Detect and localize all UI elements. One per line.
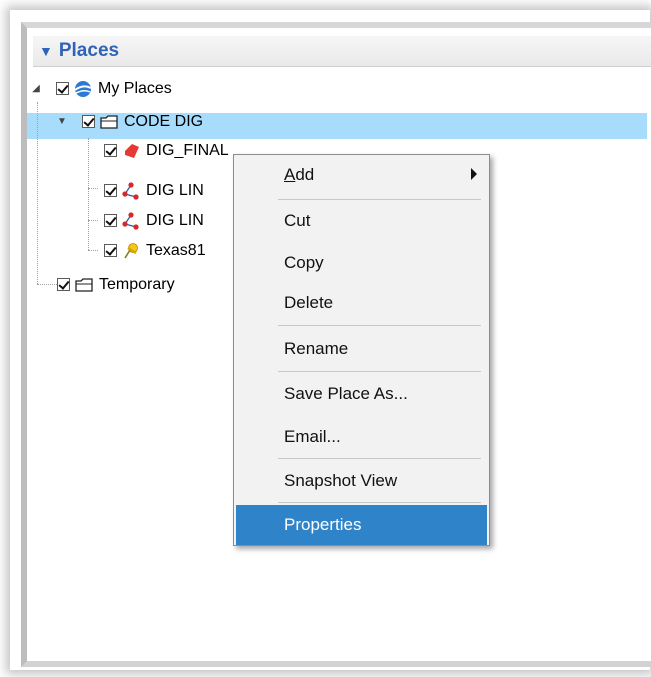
menu-item-snapshot-view[interactable]: Snapshot View bbox=[236, 461, 487, 501]
menu-item-email[interactable]: Email... bbox=[236, 417, 487, 457]
menu-item-label: Delete bbox=[284, 293, 334, 312]
menu-separator bbox=[278, 199, 481, 200]
checkbox[interactable] bbox=[104, 144, 117, 157]
tree-item-dig-final[interactable]: DIG_FINAL bbox=[104, 138, 229, 163]
folder-icon bbox=[100, 114, 118, 129]
tree-item-label: CODE DIG bbox=[124, 112, 204, 130]
menu-separator bbox=[278, 458, 481, 459]
tree-line bbox=[37, 284, 57, 285]
menu-item-save-place-as[interactable]: Save Place As... bbox=[236, 374, 487, 414]
path-icon bbox=[122, 181, 139, 200]
checkbox[interactable] bbox=[82, 115, 95, 128]
menu-item-label: Copy bbox=[284, 253, 324, 272]
checkbox[interactable] bbox=[57, 278, 70, 291]
menu-separator bbox=[278, 325, 481, 326]
polygon-icon bbox=[125, 143, 139, 158]
pushpin-icon bbox=[124, 242, 138, 258]
expand-arrow-icon[interactable]: ◢ bbox=[30, 83, 42, 94]
tree-line bbox=[88, 188, 98, 189]
menu-item-label: Save Place As... bbox=[284, 384, 408, 403]
menu-item-label: Email... bbox=[284, 427, 341, 446]
tree-item-temporary[interactable]: Temporary bbox=[57, 272, 175, 297]
tree-item-label: DIG LIN bbox=[146, 181, 204, 199]
checkbox[interactable] bbox=[104, 184, 117, 197]
tree-line bbox=[88, 138, 89, 250]
tree-item-code-dig[interactable]: ▼ CODE DIG bbox=[56, 109, 203, 134]
menu-item-rename[interactable]: Rename bbox=[236, 329, 487, 369]
menu-item-delete[interactable]: Delete bbox=[236, 283, 487, 323]
menu-item-label: Properties bbox=[284, 515, 362, 534]
menu-item-properties[interactable]: Properties bbox=[236, 505, 487, 545]
tree-item-label: Texas81 bbox=[146, 241, 206, 259]
submenu-arrow-icon bbox=[471, 168, 477, 180]
checkbox[interactable] bbox=[104, 214, 117, 227]
checkbox[interactable] bbox=[104, 244, 117, 257]
tree-line bbox=[88, 250, 98, 251]
checkbox[interactable] bbox=[56, 82, 69, 95]
menu-separator bbox=[278, 371, 481, 372]
menu-item-copy[interactable]: Copy bbox=[236, 243, 487, 283]
menu-item-label: Snapshot View bbox=[284, 471, 398, 490]
path-icon bbox=[122, 211, 139, 230]
tree-item-my-places[interactable]: ◢ My Places bbox=[30, 76, 172, 101]
tree-item-texas81[interactable]: Texas81 bbox=[104, 238, 206, 263]
menu-separator bbox=[278, 502, 481, 503]
tree-item-label: DIG LIN bbox=[146, 211, 204, 229]
menu-item-label: Rename bbox=[284, 339, 349, 358]
menu-item-label: Cut bbox=[284, 211, 311, 230]
tree-item-label: My Places bbox=[98, 79, 172, 97]
menu-item-label: Add bbox=[284, 165, 315, 184]
tree-item-label: Temporary bbox=[99, 275, 175, 293]
expand-arrow-icon[interactable]: ▼ bbox=[56, 116, 68, 127]
earth-icon bbox=[74, 80, 92, 97]
tree-item-label: DIG_FINAL bbox=[146, 141, 229, 159]
tree-line bbox=[88, 220, 98, 221]
folder-icon bbox=[75, 277, 93, 292]
context-menu: Add Cut Copy Delete Rename Save Place As… bbox=[233, 154, 490, 546]
tree-line bbox=[37, 102, 38, 284]
tree-item-dig-line-2[interactable]: DIG LIN bbox=[104, 208, 204, 233]
menu-item-add[interactable]: Add bbox=[236, 155, 487, 195]
menu-item-cut[interactable]: Cut bbox=[236, 201, 487, 241]
tree-item-dig-line-1[interactable]: DIG LIN bbox=[104, 178, 204, 203]
